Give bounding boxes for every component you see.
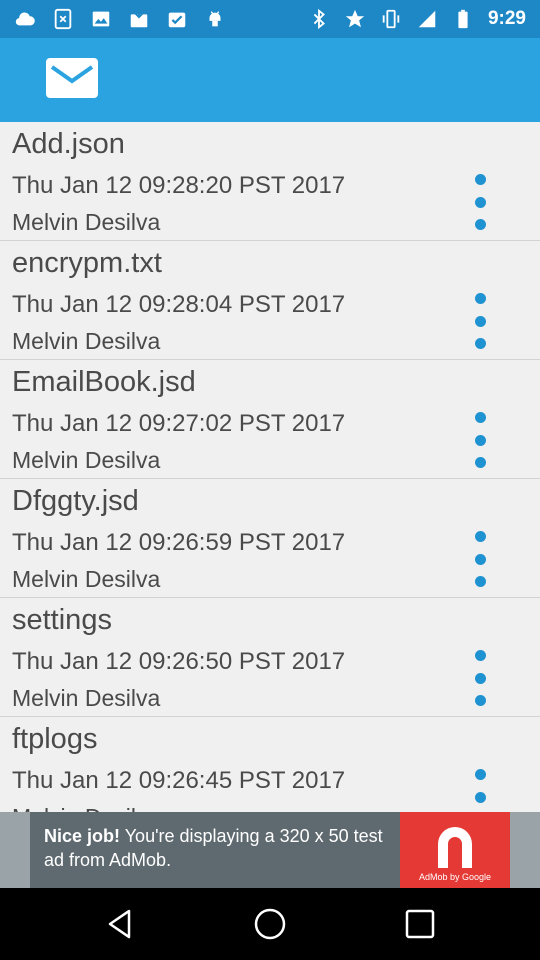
file-name: settings xyxy=(12,604,112,636)
file-name: EmailBook.jsd xyxy=(12,366,196,398)
file-date: Thu Jan 12 09:26:59 PST 2017 xyxy=(12,529,346,556)
admob-badge-label: AdMob by Google xyxy=(418,872,492,882)
ad-banner[interactable]: Nice job! You're displaying a 320 x 50 t… xyxy=(0,812,540,888)
signal-icon xyxy=(416,8,438,30)
home-icon[interactable] xyxy=(252,906,288,942)
file-date: Thu Jan 12 09:27:02 PST 2017 xyxy=(12,410,346,437)
cloud-icon xyxy=(14,8,36,30)
mail-icon[interactable] xyxy=(46,58,98,98)
bluetooth-icon xyxy=(308,8,330,30)
recents-icon[interactable] xyxy=(402,906,438,942)
ad-text: Nice job! You're displaying a 320 x 50 t… xyxy=(44,824,394,872)
back-icon[interactable] xyxy=(102,906,138,942)
file-name: Add.json xyxy=(12,128,125,160)
check-box-icon xyxy=(166,8,188,30)
list-item[interactable]: Add.json Thu Jan 12 09:28:20 PST 2017 Me… xyxy=(0,122,540,241)
file-author: Melvin Desilva xyxy=(12,804,160,812)
file-date: Thu Jan 12 09:26:45 PST 2017 xyxy=(12,767,346,794)
battery-icon xyxy=(452,8,474,30)
admob-badge[interactable]: AdMob by Google xyxy=(400,812,510,888)
more-options-icon[interactable] xyxy=(466,769,494,812)
file-author: Melvin Desilva xyxy=(12,685,161,711)
more-options-icon[interactable] xyxy=(466,650,494,706)
file-name: ftplogs xyxy=(12,723,98,755)
clock: 9:29 xyxy=(487,8,526,29)
navigation-bar xyxy=(0,888,540,960)
list-item[interactable]: settings Thu Jan 12 09:26:50 PST 2017 Me… xyxy=(0,598,540,717)
ad-headline: Nice job! xyxy=(44,826,121,846)
more-options-icon[interactable] xyxy=(466,174,494,230)
file-date: Thu Jan 12 09:28:04 PST 2017 xyxy=(12,291,346,318)
file-author: Melvin Desilva xyxy=(12,566,161,592)
mail-download-icon xyxy=(128,8,150,30)
more-options-icon[interactable] xyxy=(466,293,494,349)
photo-icon xyxy=(90,8,112,30)
ad-content[interactable]: Nice job! You're displaying a 320 x 50 t… xyxy=(30,812,510,888)
close-box-icon xyxy=(52,8,74,30)
app-bar xyxy=(0,38,540,122)
more-options-icon[interactable] xyxy=(466,531,494,587)
more-options-icon[interactable] xyxy=(466,412,494,468)
list-item[interactable]: encrypm.txt Thu Jan 12 09:28:04 PST 2017… xyxy=(0,241,540,360)
status-bar: 9:29 xyxy=(0,0,540,38)
list-item[interactable]: EmailBook.jsd Thu Jan 12 09:27:02 PST 20… xyxy=(0,360,540,479)
file-list: Add.json Thu Jan 12 09:28:20 PST 2017 Me… xyxy=(0,122,540,812)
file-date: Thu Jan 12 09:28:20 PST 2017 xyxy=(12,172,346,199)
file-name: Dfggty.jsd xyxy=(12,485,139,517)
file-name: encrypm.txt xyxy=(12,247,162,279)
star-icon xyxy=(344,8,366,30)
list-item[interactable]: ftplogs Thu Jan 12 09:26:45 PST 2017 Mel… xyxy=(0,717,540,812)
file-date: Thu Jan 12 09:26:50 PST 2017 xyxy=(12,648,346,675)
vibrate-icon xyxy=(380,8,402,30)
file-author: Melvin Desilva xyxy=(12,328,161,354)
file-author: Melvin Desilva xyxy=(12,447,161,473)
list-item[interactable]: Dfggty.jsd Thu Jan 12 09:26:59 PST 2017 … xyxy=(0,479,540,598)
android-icon xyxy=(204,8,226,30)
file-author: Melvin Desilva xyxy=(12,209,161,235)
